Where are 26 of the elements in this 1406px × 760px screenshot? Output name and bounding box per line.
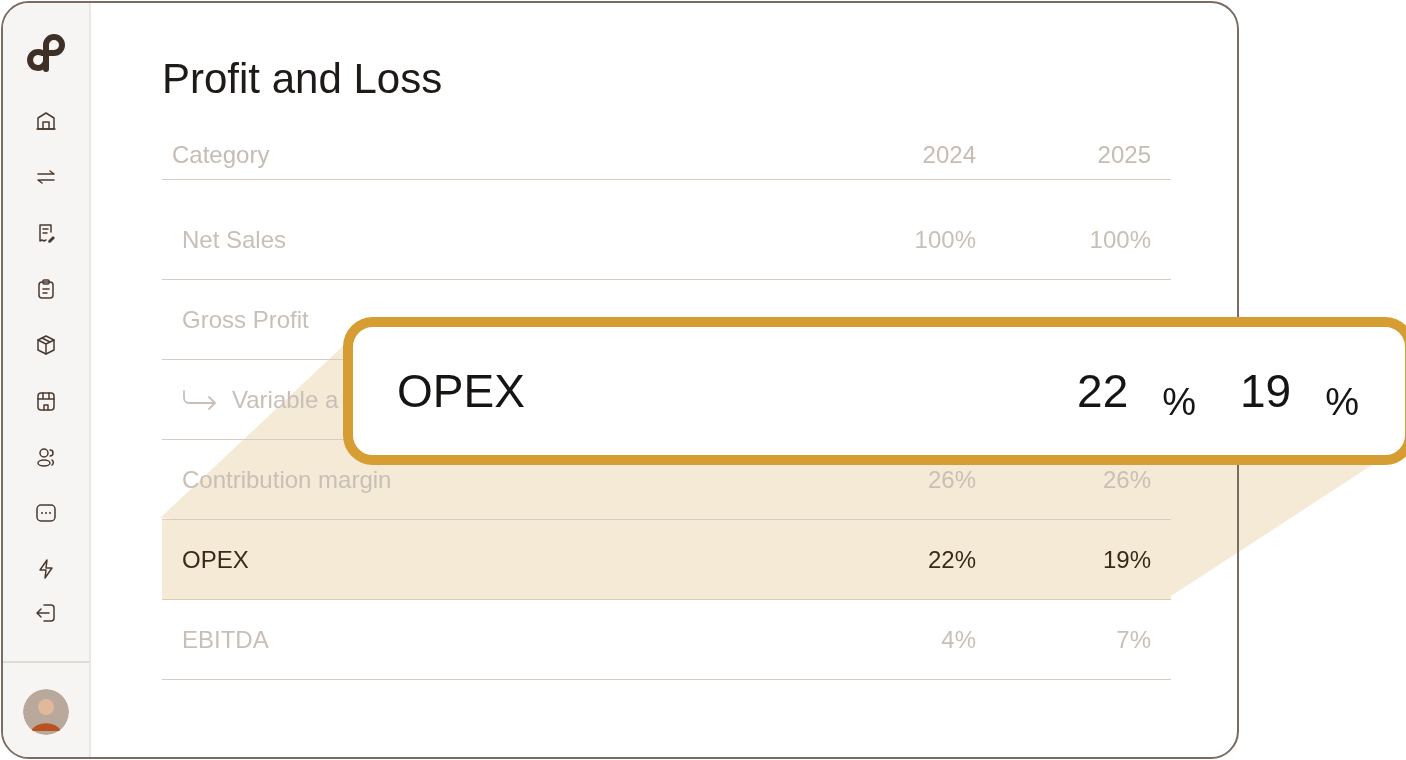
table-cell-text: 22% <box>926 545 977 574</box>
callout-value: 22 <box>1077 364 1129 418</box>
home-icon[interactable] <box>34 109 58 133</box>
box-icon[interactable] <box>34 333 58 357</box>
callout-unit: % <box>1162 381 1197 424</box>
table-cell-text: 7% <box>1115 625 1152 654</box>
row-label: OPEX <box>182 545 249 574</box>
callout-label: OPEX <box>397 364 526 418</box>
table-cell-text: 4% <box>940 625 977 654</box>
page-title: Profit and Loss <box>162 55 444 103</box>
column-header: Category <box>171 141 271 169</box>
callout-unit: % <box>1325 381 1359 424</box>
logout-icon[interactable] <box>34 601 58 625</box>
table-cell-text: 100% <box>913 225 977 254</box>
row-label: EBITDA <box>182 625 269 654</box>
store-icon[interactable] <box>34 389 58 413</box>
table-cell-text: 100% <box>1088 225 1152 254</box>
callout-value: 19 <box>1240 364 1292 418</box>
avatar[interactable] <box>23 689 69 735</box>
table-cell-text: 19% <box>1101 545 1152 574</box>
more-icon[interactable] <box>34 501 58 525</box>
sub-arrow-icon <box>182 387 218 412</box>
row-label: Net Sales <box>182 225 287 254</box>
row-label: Gross Profit <box>182 305 309 334</box>
column-header: 2024 <box>921 141 977 169</box>
column-header: 2025 <box>1096 141 1152 169</box>
